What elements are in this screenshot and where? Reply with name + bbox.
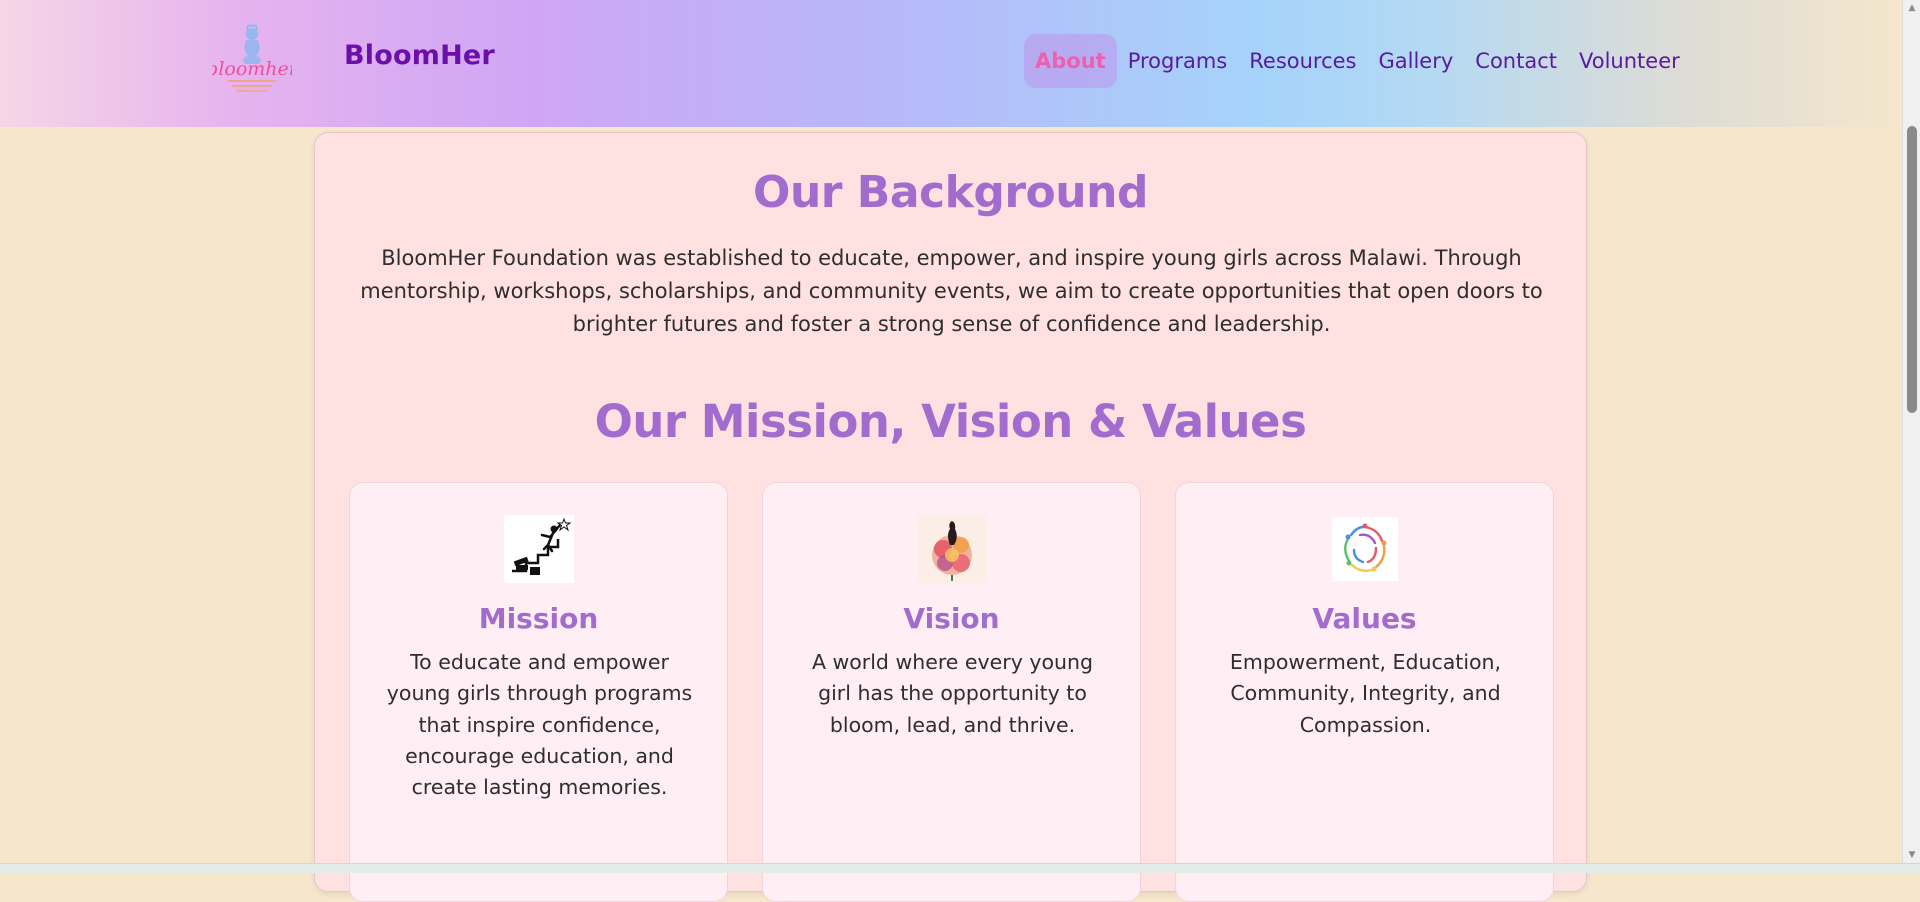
nav-contact[interactable]: Contact xyxy=(1464,34,1568,88)
mvv-grid: Mission To educate and empower young gir… xyxy=(349,482,1554,902)
about-content-card: Our Background BloomHer Foundation was e… xyxy=(314,132,1587,902)
background-text: BloomHer Foundation was established to e… xyxy=(360,246,1543,336)
brand-name[interactable]: BloomHer xyxy=(344,40,495,71)
nav-programs[interactable]: Programs xyxy=(1117,34,1239,88)
logo-wordmark: bloomher xyxy=(212,58,292,80)
scroll-down-arrow-icon[interactable]: ▼ xyxy=(1903,847,1920,863)
values-heading: Values xyxy=(1312,602,1417,635)
vision-text: A world where every young girl has the o… xyxy=(811,650,1094,737)
mvv-title: Our Mission, Vision & Values xyxy=(594,395,1307,448)
values-card: Values Empowerment, Education, Community… xyxy=(1175,482,1554,902)
scroll-thumb[interactable] xyxy=(1907,126,1917,413)
nav-gallery[interactable]: Gallery xyxy=(1368,34,1465,88)
scroll-up-arrow-icon[interactable]: ▲ xyxy=(1903,0,1920,16)
flower-woman-icon xyxy=(916,515,987,583)
mission-heading: Mission xyxy=(478,602,599,635)
nav-about[interactable]: About xyxy=(1024,34,1117,88)
page-scrollbar[interactable]: ▲ ▼ xyxy=(1902,0,1920,863)
vision-heading: Vision xyxy=(903,602,1000,635)
site-header: bloomher BloomHer About Programs Resourc… xyxy=(0,0,1902,127)
mission-card: Mission To educate and empower young gir… xyxy=(349,482,728,902)
unity-circle-icon xyxy=(1330,515,1400,583)
logo-graphic: bloomher xyxy=(206,24,300,92)
mission-text: To educate and empower young girls throu… xyxy=(386,650,693,800)
climber-icon xyxy=(503,515,574,583)
background-title: Our Background xyxy=(753,167,1148,218)
nav-resources[interactable]: Resources xyxy=(1238,34,1367,88)
nav-volunteer[interactable]: Volunteer xyxy=(1568,34,1691,88)
main-nav: About Programs Resources Gallery Contact… xyxy=(1024,34,1691,88)
taskbar-edge xyxy=(0,863,1920,873)
vision-card: Vision A world where every young girl ha… xyxy=(762,482,1141,902)
values-text: Empowerment, Education, Community, Integ… xyxy=(1229,650,1502,737)
bloomher-logo[interactable]: bloomher xyxy=(206,24,300,102)
